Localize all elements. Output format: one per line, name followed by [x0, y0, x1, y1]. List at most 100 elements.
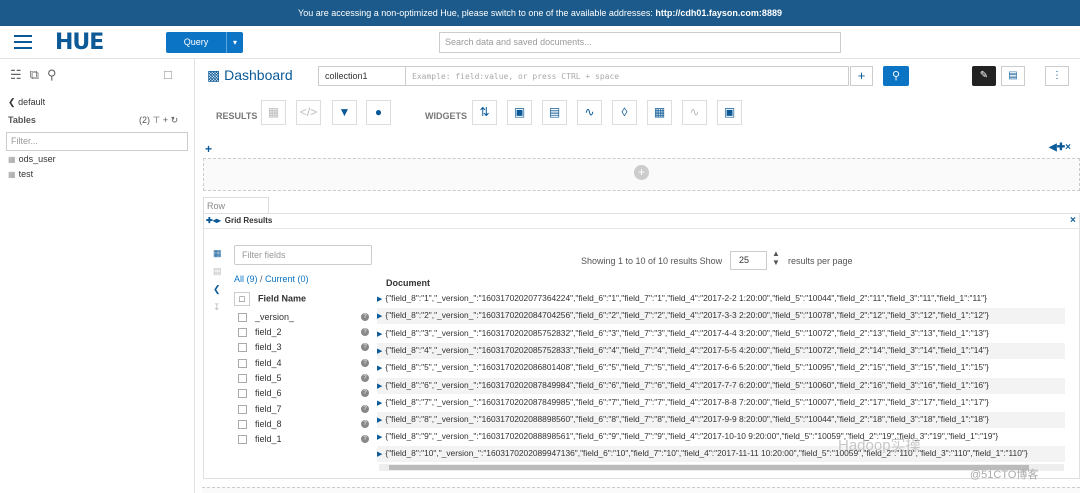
grid-view-icon[interactable]: ▦ [213, 248, 222, 258]
database-breadcrumb[interactable]: ❮ default [8, 97, 45, 108]
field-checkbox[interactable] [238, 359, 247, 369]
field-checkbox[interactable] [238, 389, 247, 399]
help-icon[interactable]: ? [361, 420, 369, 428]
all-fields-link[interactable]: All (9) [234, 274, 258, 284]
tables-count-controls[interactable]: (2) ⊤ + ↻ [139, 115, 178, 126]
html-widget-icon[interactable]: </> [296, 100, 321, 125]
widget-move-icon[interactable]: ✚◂▸ [206, 216, 221, 225]
document-row[interactable]: ▶ {"field_8":"1","_version_":"16031702020… [377, 291, 1065, 307]
expand-row-icon[interactable]: ▶ [377, 434, 382, 441]
add-widget-icon[interactable]: + [634, 165, 649, 180]
document-row[interactable]: ▶ {"field_8":"2","_version_":"16031702020… [377, 308, 1065, 324]
document-row[interactable]: ▶ {"field_8":"6","_version_":"16031702020… [377, 378, 1065, 394]
field-item[interactable]: _version_? [238, 312, 369, 323]
document-row[interactable]: ▶ {"field_8":"4","_version_":"16031702020… [377, 343, 1065, 359]
expand-row-icon[interactable]: ▶ [377, 400, 382, 407]
help-icon[interactable]: ? [361, 435, 369, 443]
field-item[interactable]: field_6? [238, 388, 369, 399]
expand-row-icon[interactable]: ▶ [377, 313, 382, 320]
expand-row-icon[interactable]: ▶ [377, 348, 382, 355]
chart-view-icon[interactable]: ▤ [213, 266, 222, 276]
help-icon[interactable]: ? [361, 359, 369, 367]
expand-row-icon[interactable]: ▶ [377, 331, 382, 338]
download-icon[interactable]: ↧ [213, 302, 222, 312]
document-row[interactable]: ▶ {"field_8":"3","_version_":"16031702020… [377, 326, 1065, 342]
field-checkbox[interactable] [238, 420, 247, 430]
help-icon[interactable]: ? [361, 405, 369, 413]
menu-hamburger-icon[interactable] [14, 35, 32, 50]
add-row-icon[interactable]: + [205, 142, 212, 156]
timeline-widget-icon[interactable]: ∿ [682, 100, 707, 125]
edit-pencil-button[interactable]: ✎ [972, 66, 996, 86]
field-checkbox[interactable] [238, 435, 247, 445]
table-item[interactable]: ▦ test [8, 169, 33, 179]
sort-widget-icon[interactable]: ⇅ [472, 100, 497, 125]
expand-row-icon[interactable]: ▶ [377, 417, 382, 424]
gradient-map-widget-icon[interactable]: ▣ [717, 100, 742, 125]
text-facet-widget-icon[interactable]: ▣ [507, 100, 532, 125]
field-checkbox[interactable] [238, 343, 247, 353]
database-name[interactable]: default [18, 97, 45, 107]
widget-close-icon[interactable]: × [1070, 215, 1076, 226]
field-checkbox[interactable] [238, 313, 247, 323]
field-item[interactable]: field_2? [238, 327, 369, 338]
map-marker-widget-icon[interactable]: ● [366, 100, 391, 125]
expand-row-icon[interactable]: ▶ [377, 296, 382, 303]
heatmap-widget-icon[interactable]: ▦ [647, 100, 672, 125]
page-size-input[interactable]: 25 [730, 251, 767, 270]
help-icon[interactable]: ? [361, 343, 369, 351]
bar-chart-widget-icon[interactable]: ▤ [542, 100, 567, 125]
field-item[interactable]: field_5? [238, 373, 369, 384]
help-icon[interactable]: ? [361, 389, 369, 397]
horizontal-scrollbar[interactable] [379, 464, 1064, 471]
field-item[interactable]: field_8? [238, 419, 369, 430]
copy-icon[interactable]: ⧉ [30, 67, 39, 82]
line-chart-widget-icon[interactable]: ∿ [577, 100, 602, 125]
table-filter-input[interactable]: Filter... [6, 132, 188, 151]
field-item[interactable]: field_4? [238, 358, 369, 369]
document-row[interactable]: ▶ {"field_8":"9","_version_":"16031702020… [377, 429, 1065, 445]
folder-icon[interactable]: □ [164, 67, 172, 82]
help-icon[interactable]: ? [361, 313, 369, 321]
select-all-checkbox[interactable]: □ [234, 292, 250, 306]
row-controls-icon[interactable]: ◀✚× [1049, 142, 1071, 153]
global-search-input[interactable]: Search data and saved documents... [439, 32, 841, 53]
save-button[interactable]: ▤ [1001, 66, 1025, 86]
query-input[interactable]: Example: field:value, or press CTRL + sp… [406, 66, 849, 86]
add-query-button[interactable]: + [850, 66, 873, 86]
page-size-stepper-icon[interactable]: ▲ ▼ [772, 249, 780, 267]
field-checkbox[interactable] [238, 405, 247, 415]
query-dropdown-caret-icon[interactable]: ▾ [226, 32, 243, 53]
scrollbar-thumb[interactable] [389, 465, 1029, 470]
help-icon[interactable]: ? [361, 328, 369, 336]
document-row[interactable]: ▶ {"field_8":"10","_version_":"1603170202… [377, 446, 1065, 462]
field-item[interactable]: field_7? [238, 404, 369, 415]
filter-widget-icon[interactable]: ▼ [332, 100, 357, 125]
field-filter-input[interactable]: Filter fields [234, 245, 372, 265]
document-row[interactable]: ▶ {"field_8":"5","_version_":"16031702020… [377, 360, 1065, 376]
collapse-fields-icon[interactable]: ❮ [213, 284, 222, 294]
field-checkbox[interactable] [238, 328, 247, 338]
expand-row-icon[interactable]: ▶ [377, 383, 382, 390]
banner-url-link[interactable]: http://cdh01.fayson.com:8889 [655, 8, 782, 18]
hue-logo[interactable]: HUE [55, 30, 104, 55]
expand-row-icon[interactable]: ▶ [377, 451, 382, 458]
current-fields-link[interactable]: Current (0) [265, 274, 309, 284]
row-tab[interactable]: Row [203, 197, 269, 213]
help-icon[interactable]: ? [361, 374, 369, 382]
query-button[interactable]: Query [166, 32, 226, 53]
database-icon[interactable]: ☵ [10, 67, 22, 82]
field-item[interactable]: field_1? [238, 434, 369, 445]
field-checkbox[interactable] [238, 374, 247, 384]
search-icon[interactable]: ⚲ [47, 67, 57, 82]
tree-widget-icon[interactable]: ◊ [612, 100, 637, 125]
next-row-dropzone[interactable] [202, 487, 1080, 493]
collection-select[interactable]: collection1 [318, 66, 406, 86]
grid-widget-icon[interactable]: ▦ [261, 100, 286, 125]
document-row[interactable]: ▶ {"field_8":"7","_version_":"16031702020… [377, 395, 1065, 411]
expand-row-icon[interactable]: ▶ [377, 365, 382, 372]
search-button[interactable]: ⚲ [883, 66, 909, 86]
empty-row-dropzone[interactable]: + [203, 158, 1080, 191]
back-chevron-icon[interactable]: ❮ [8, 97, 16, 107]
document-row[interactable]: ▶ {"field_8":"8","_version_":"16031702020… [377, 412, 1065, 428]
